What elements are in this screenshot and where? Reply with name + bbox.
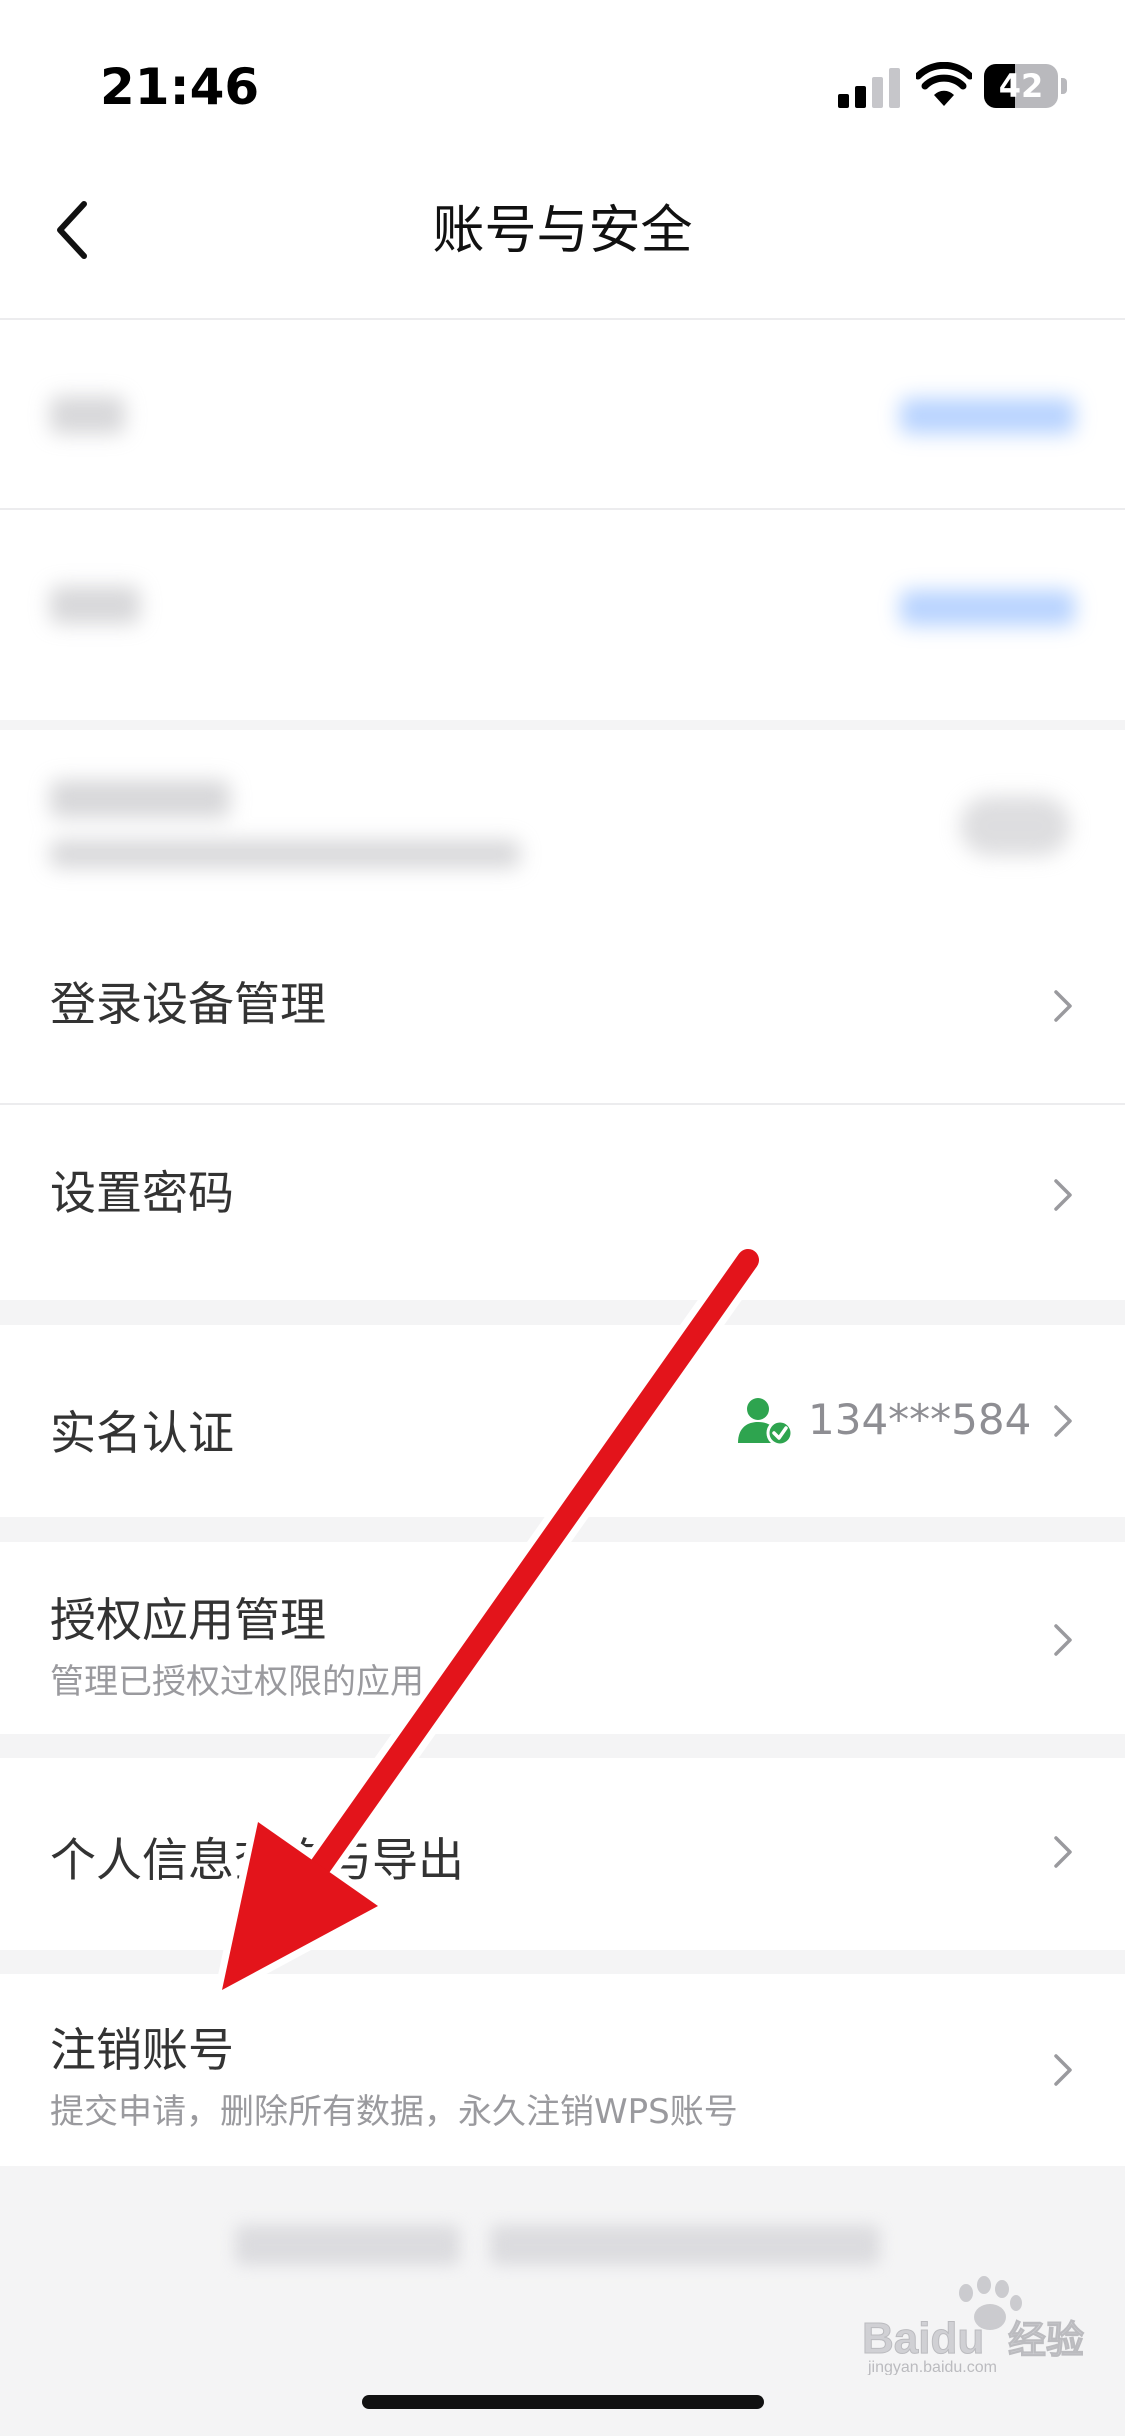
login-devices-row[interactable]: 登录设备管理 [0,910,1125,1105]
authorized-apps-description: 管理已授权过权限的应用 [50,1662,424,1702]
authorized-apps-row[interactable]: 授权应用管理 管理已授权过权限的应用 [0,1542,1125,1734]
delete-account-description: 提交申请，删除所有数据，永久注销WPS账号 [50,2092,738,2132]
status-bar: 21:46 42 [0,0,1125,150]
cellular-signal-icon [838,68,900,108]
obscured-label [50,586,140,624]
baidu-jingyan-watermark: Baidu 经验 jingyan.baidu.com [862,2276,1085,2375]
obscured-sublabel [50,840,520,868]
obscured-label [50,780,230,818]
delete-account-row[interactable]: 注销账号 提交申请，删除所有数据，永久注销WPS账号 [0,1974,1125,2166]
delete-account-label: 注销账号 [50,2023,234,2077]
bound-accounts-group [0,320,1125,720]
authorized-apps-label: 授权应用管理 [50,1593,326,1647]
battery-cap [1061,78,1067,94]
obscured-label [50,396,125,434]
verified-user-icon [738,1398,794,1447]
chevron-right-icon [1054,1624,1072,1656]
real-name-value: 134***584 [808,1395,1032,1444]
battery-icon: 42 [984,64,1068,108]
watermark-suffix: 经验 [1008,2318,1084,2362]
login-devices-label: 登录设备管理 [50,977,326,1031]
obscured-link [900,590,1075,626]
page-title: 账号与安全 [432,201,693,261]
obscured-row-2[interactable] [0,510,1125,710]
nav-header: 账号与安全 [0,150,1125,320]
set-password-label: 设置密码 [50,1166,234,1220]
chevron-right-icon [1054,990,1072,1022]
real-name-label: 实名认证 [50,1406,234,1460]
chevron-right-icon [1054,1405,1072,1437]
obscured-footer-link[interactable] [490,2225,880,2265]
battery-level: 42 [998,67,1044,105]
obscured-toggle-row [0,730,1125,910]
wifi-icon [916,62,972,106]
personal-info-row[interactable]: 个人信息查询与导出 [0,1758,1125,1950]
battery-body: 42 [984,64,1058,108]
chevron-right-icon [1054,2054,1072,2086]
obscured-row-1[interactable] [0,320,1125,510]
real-name-row[interactable]: 实名认证 134***584 [0,1325,1125,1517]
chevron-right-icon [1054,1179,1072,1211]
obscured-toggle[interactable] [960,796,1070,856]
watermark-brand: Baidu [862,2314,984,2363]
personal-info-label: 个人信息查询与导出 [50,1833,464,1887]
chevron-right-icon [1054,1836,1072,1868]
watermark-url: jingyan.baidu.com [867,2359,997,2375]
status-time: 21:46 [100,58,260,116]
security-group: 登录设备管理 设置密码 [0,730,1125,1300]
obscured-footer-link[interactable] [235,2225,460,2265]
obscured-link [900,398,1075,434]
home-indicator[interactable] [362,2395,764,2409]
set-password-row[interactable]: 设置密码 [0,1105,1125,1300]
